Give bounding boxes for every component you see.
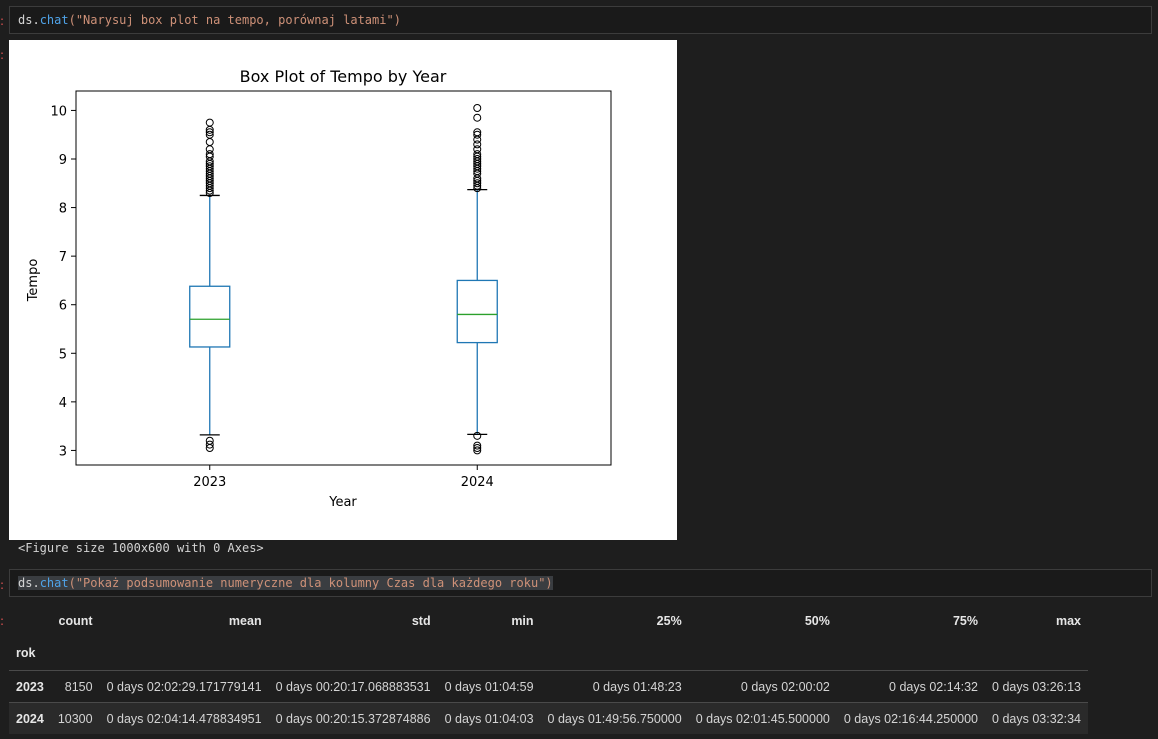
table-cell: 0 days 00:20:15.372874886 [275,711,431,726]
table-cell: 0 days 02:01:45.500000 [695,711,830,726]
box-plot-chart: Box Plot of Tempo by Year Year Tempo 3 4 5… [26,67,612,510]
column-header: 75% [952,614,979,628]
column-header: min [511,614,534,628]
chart-title: Box Plot of Tempo by Year [240,67,447,86]
table-cell: 0 days 01:04:03 [444,711,534,726]
y-tick-label: 10 [50,104,67,119]
table-cell: 0 days 02:02:29.171779141 [106,679,262,694]
column-header: mean [228,614,262,628]
outlier-point [473,104,482,112]
iqr-box [456,279,498,344]
column-header: 50% [804,614,830,628]
y-tick-label: 7 [59,250,67,265]
table-row: 2024 10300 0 days 02:04:14.478834951 0 days… [9,702,1088,734]
code-function: chat [39,13,69,27]
x-tick-label: 2023 [193,475,226,490]
output-prompt-marker: : [0,48,5,62]
table-cell: 8150 [64,679,93,694]
box-plot-output: Box Plot of Tempo by Year Year Tempo 3 4 5… [9,40,677,540]
table-cell: 0 days 03:32:34 [992,711,1081,726]
table-header-row: count mean std min 25% 50% 75% max [9,606,1088,636]
row-index: 2024 [16,711,44,726]
table-index-row: rok [9,636,1088,671]
table-cell: 0 days 02:16:44.250000 [843,711,979,726]
table-cell: 0 days 00:20:17.068883531 [275,679,431,694]
column-header: 25% [656,614,682,628]
cell-prompt-marker: : [0,14,5,28]
summary-table: count mean std min 25% 50% 75% max rok 2023 8150… [9,606,1088,734]
code-argument: ("Narysuj box plot na tempo, porównaj la… [68,13,401,27]
table-cell: 0 days 02:04:14.478834951 [106,711,262,726]
outlier-point [205,138,214,146]
row-index: 2023 [16,679,44,694]
x-tick-label: 2024 [461,475,494,490]
table-cell: 0 days 03:26:13 [992,679,1081,694]
y-tick-label: 5 [59,347,67,362]
plot-frame [75,90,612,466]
column-header: max [1055,614,1081,628]
figure-size-text: <Figure size 1000x600 with 0 Axes> [18,541,264,555]
outlier-point [205,118,214,127]
table-cell: 0 days 02:14:32 [889,679,979,694]
code-cell-1[interactable]: ds.chat("Narysuj box plot na tempo, poró… [9,6,1152,34]
x-axis-label: Year [328,495,357,510]
column-header: std [411,614,431,628]
table-cell: 0 days 01:04:59 [444,679,534,694]
outlier-point [473,113,482,122]
y-tick-label: 8 [59,202,67,217]
cell-prompt-marker: : [0,578,5,592]
table-cell: 0 days 01:49:56.750000 [547,711,682,726]
code-function: chat [39,576,69,590]
output-prompt-marker: : [0,614,5,628]
y-tick-label: 3 [59,444,67,459]
y-tick-label: 9 [59,153,67,168]
y-tick-label: 6 [59,299,67,314]
table-cell: 0 days 01:48:23 [592,679,682,694]
table-corner [9,606,51,636]
code-object: ds. [18,13,40,27]
table-cell: 0 days 02:00:02 [740,679,830,694]
code-cell-2[interactable]: ds.chat("Pokaż podsumowanie numeryczne d… [9,569,1152,597]
code-object: ds. [18,576,40,590]
code-argument: ("Pokaż podsumowanie numeryczne dla kolu… [68,576,553,590]
index-name: rok [16,646,36,660]
iqr-box [189,285,231,348]
table-cell: 10300 [57,711,93,726]
y-axis-label: Tempo [26,259,41,303]
y-tick-label: 4 [59,396,67,411]
column-header: count [58,614,93,628]
table-row: 2023 8150 0 days 02:02:29.171779141 0 days … [9,670,1088,703]
outlier-point [205,145,214,154]
